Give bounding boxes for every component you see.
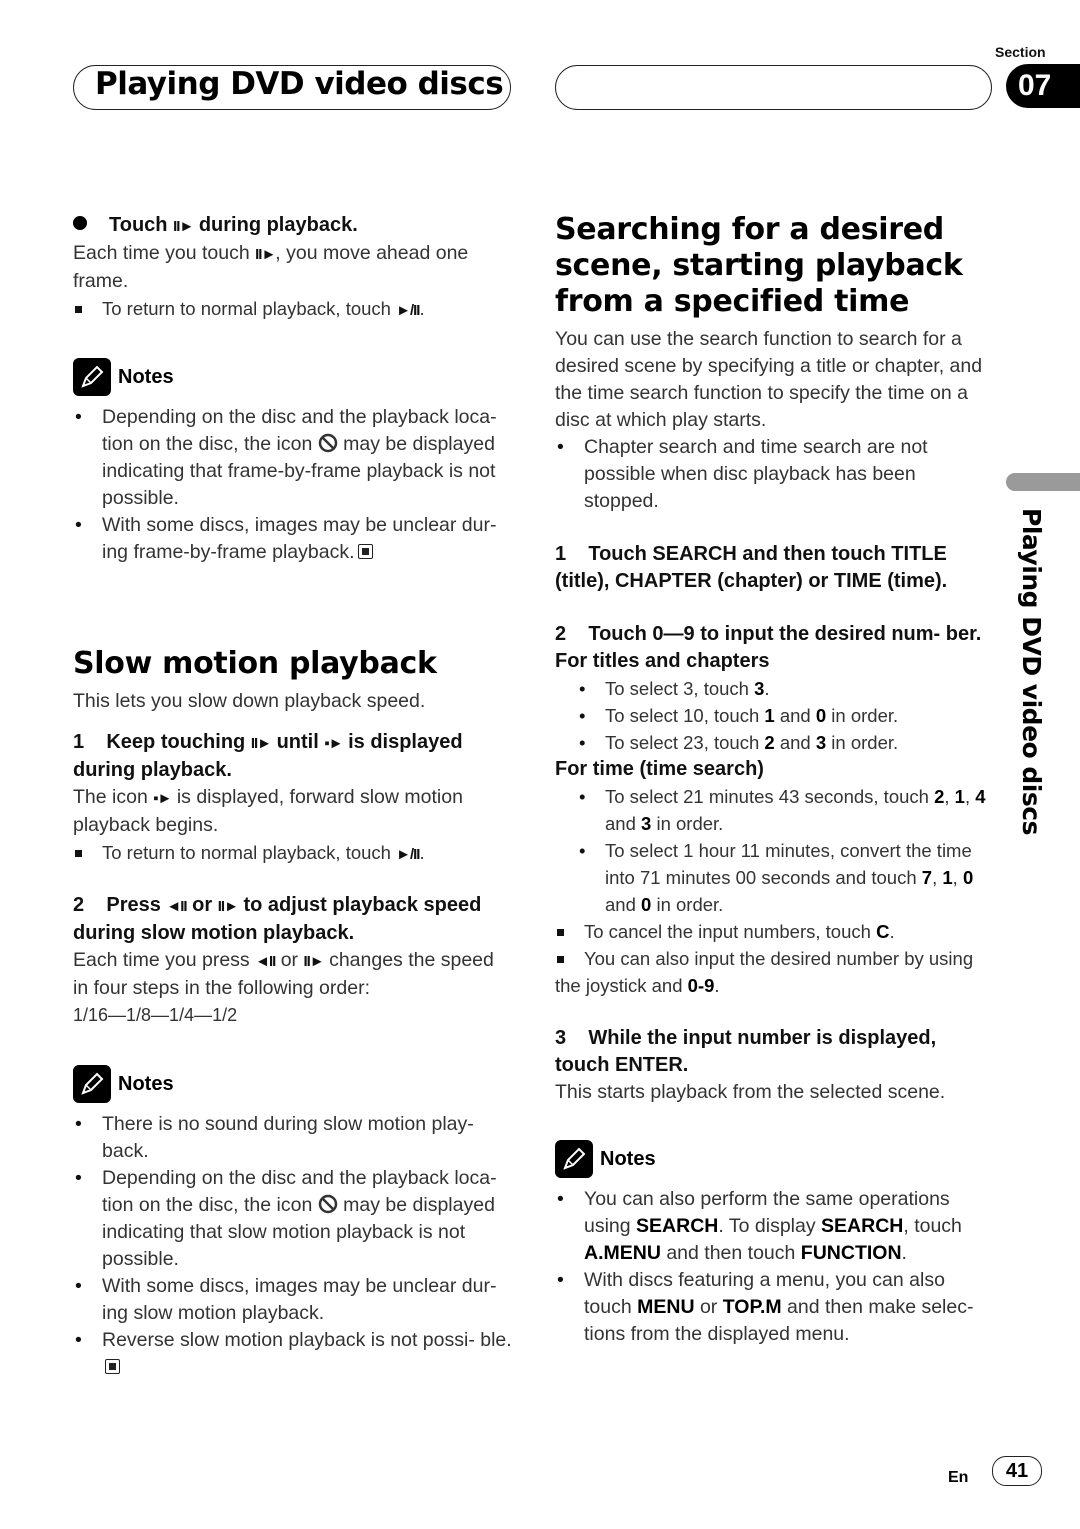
language-label: En bbox=[948, 1469, 969, 1486]
slow-step-2-body: Each time you press ◄II or II► changes t… bbox=[73, 949, 494, 999]
frame-step-body: Each time you touch II►, you move ahead … bbox=[73, 242, 469, 292]
bullet-dot-icon bbox=[73, 216, 87, 230]
side-tab-label: Playing DVD video discs bbox=[1017, 508, 1046, 835]
time-item: To select 21 minutes 43 seconds, touch 2… bbox=[555, 783, 995, 837]
play-pause-icon: ►/II bbox=[396, 846, 420, 863]
prohibited-icon bbox=[318, 1194, 337, 1214]
page-number: 41 bbox=[992, 1456, 1042, 1486]
slow-motion-intro: This lets you slow down playback speed. bbox=[73, 690, 426, 712]
search-intro-bullet: Chapter search and time search are not p… bbox=[555, 434, 995, 515]
pencil-note-icon bbox=[555, 1140, 593, 1178]
pencil-note-icon bbox=[73, 1065, 111, 1103]
frame-advance-icon: II► bbox=[303, 953, 324, 970]
search-intro: You can use the search function to searc… bbox=[555, 328, 983, 431]
note-item: Reverse slow motion playback is not poss… bbox=[73, 1327, 513, 1381]
search-step-2: 2 Touch 0—9 to input the desired num- be… bbox=[555, 623, 982, 645]
slow-step-1-heading: 1 Keep touching II► until ▪► is displaye… bbox=[73, 731, 463, 781]
right-column: Searching for a desired scene, starting … bbox=[555, 212, 995, 1348]
slow-step-1-body: The icon ▪► is displayed, forward slow m… bbox=[73, 786, 463, 836]
search-step-3: 3 While the input number is displayed, t… bbox=[555, 1027, 937, 1076]
frame-advance-icon: II► bbox=[217, 898, 239, 915]
note-item: Depending on the disc and the playback l… bbox=[73, 404, 513, 512]
frame-advance-icon: II► bbox=[250, 735, 272, 752]
time-search-heading: For time (time search) bbox=[555, 758, 764, 780]
note-item: With discs featuring a menu, you can als… bbox=[555, 1267, 995, 1348]
pencil-note-icon bbox=[73, 358, 111, 396]
titles-item: To select 10, touch 1 and 0 in order. bbox=[555, 702, 995, 729]
section-label: Section bbox=[995, 44, 1046, 60]
notes-heading: Notes bbox=[73, 358, 513, 396]
note-item: There is no sound during slow motion pla… bbox=[73, 1111, 513, 1165]
end-of-section-icon bbox=[105, 1359, 120, 1374]
notes-heading: Notes bbox=[73, 1065, 513, 1103]
frame-advance-icon: II► bbox=[255, 246, 276, 263]
header-blank-frame bbox=[555, 65, 992, 110]
left-column: Touch II► during playback. Each time you… bbox=[73, 212, 513, 1381]
note-item: Depending on the disc and the playback l… bbox=[73, 1165, 513, 1273]
page-title: Playing DVD video discs bbox=[95, 66, 504, 102]
slow-step-1-tip: To return to normal playback, touch ►/II… bbox=[73, 839, 513, 868]
slow-motion-icon: ▪► bbox=[153, 790, 172, 807]
titles-item: To select 23, touch 2 and 3 in order. bbox=[555, 729, 995, 756]
notes-heading: Notes bbox=[555, 1140, 995, 1178]
search-step-3-body: This starts playback from the selected s… bbox=[555, 1081, 946, 1103]
frame-reverse-icon: ◄II bbox=[255, 953, 276, 970]
titles-chapters-heading: For titles and chapters bbox=[555, 650, 770, 672]
search-section-heading: Searching for a desired scene, starting … bbox=[555, 212, 963, 319]
prohibited-icon bbox=[318, 433, 337, 453]
end-of-section-icon bbox=[357, 544, 373, 559]
cancel-tip: To cancel the input numbers, touch C. bbox=[555, 918, 995, 945]
frame-reverse-icon: ◄II bbox=[166, 898, 187, 915]
titles-item: To select 3, touch 3. bbox=[555, 675, 995, 702]
play-pause-icon: ►/II bbox=[396, 302, 420, 319]
note-item: With some discs, images may be unclear d… bbox=[73, 512, 513, 566]
section-number-badge: 07 bbox=[1006, 64, 1080, 108]
frame-advance-icon: II► bbox=[173, 218, 194, 235]
frame-step-heading: Touch II► during playback. bbox=[73, 212, 513, 240]
time-item: To select 1 hour 11 minutes, convert the… bbox=[555, 837, 995, 918]
slow-speed-order: 1/16—1/8—1/4—1/2 bbox=[73, 1005, 238, 1025]
slow-step-2-heading: 2 Press ◄II or II► to adjust playback sp… bbox=[73, 894, 482, 944]
search-step-1: 1 Touch SEARCH and then touch TITLE (tit… bbox=[555, 543, 948, 592]
side-tab-marker bbox=[1006, 473, 1080, 491]
joystick-tip: You can also input the desired number by… bbox=[555, 945, 995, 999]
note-item: You can also perform the same operations… bbox=[555, 1186, 995, 1267]
slow-motion-heading: Slow motion playback bbox=[73, 646, 437, 681]
frame-step-tip: To return to normal playback, touch ►/II… bbox=[73, 295, 513, 324]
note-item: With some discs, images may be unclear d… bbox=[73, 1273, 513, 1327]
slow-motion-icon: ▪► bbox=[324, 735, 343, 752]
